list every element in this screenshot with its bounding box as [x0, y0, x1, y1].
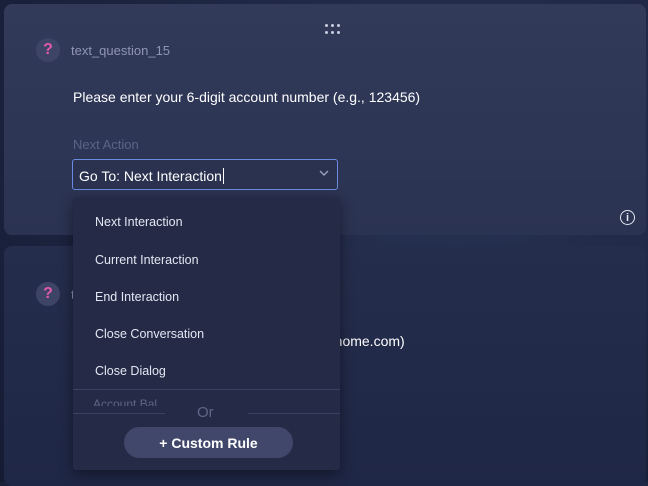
chevron-down-icon[interactable]	[319, 169, 329, 177]
menu-item-close-conversation[interactable]: Close Conversation	[95, 327, 204, 341]
menu-item-partial[interactable]: Account Bal	[93, 397, 157, 406]
drag-handle-icon[interactable]	[325, 24, 341, 36]
next-action-select[interactable]: Go To: Next Interaction	[72, 159, 338, 190]
select-value: Go To: Next Interaction	[79, 168, 222, 184]
menu-item-end-interaction[interactable]: End Interaction	[95, 290, 179, 304]
or-separator: Or	[197, 404, 214, 421]
select-value-wrapper: Go To: Next Interaction	[79, 168, 224, 184]
question-mark-icon: ?	[36, 282, 60, 306]
info-icon[interactable]: i	[620, 210, 635, 225]
next-action-label: Next Action	[73, 137, 139, 152]
menu-item-next-interaction[interactable]: Next Interaction	[95, 215, 183, 229]
divider	[73, 389, 340, 390]
question-name: text_question_15	[71, 43, 171, 58]
next-action-dropdown: Next Interaction Current Interaction End…	[73, 197, 340, 470]
text-caret	[222, 168, 224, 184]
question-prompt: Please enter your 6-digit account number…	[73, 89, 421, 105]
question-mark-icon: ?	[36, 38, 60, 62]
divider	[73, 413, 165, 414]
question-prompt: )home.com)	[330, 333, 405, 349]
add-custom-rule-button[interactable]: + Custom Rule	[124, 427, 293, 458]
menu-item-current-interaction[interactable]: Current Interaction	[95, 253, 199, 267]
menu-item-close-dialog[interactable]: Close Dialog	[95, 364, 166, 378]
divider	[248, 413, 340, 414]
